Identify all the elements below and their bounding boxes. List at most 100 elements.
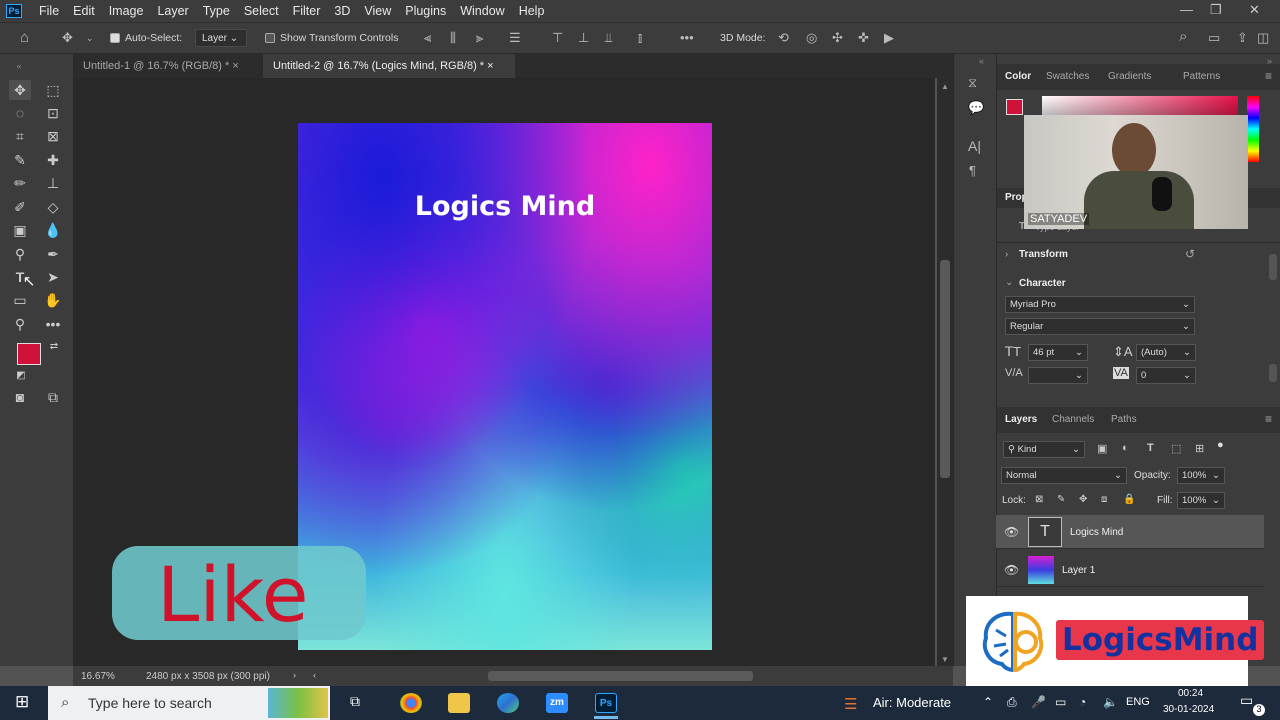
lock-all-icon[interactable]: 🔒 bbox=[1123, 494, 1135, 505]
edge-icon[interactable] bbox=[497, 693, 519, 713]
quick-mask-icon[interactable]: ◙ bbox=[9, 387, 31, 407]
tab-gradients[interactable]: Gradients bbox=[1108, 71, 1151, 82]
menu-3d[interactable]: 3D bbox=[327, 4, 357, 18]
menu-plugins[interactable]: Plugins bbox=[398, 4, 453, 18]
fill-field[interactable]: 100% ⌄ bbox=[1177, 492, 1225, 509]
object-select-tool-icon[interactable]: ⊡ bbox=[42, 103, 64, 123]
auto-select-checkbox[interactable] bbox=[110, 33, 120, 43]
hue-slider[interactable] bbox=[1247, 96, 1259, 162]
meet-icon[interactable]: ⎙ bbox=[1007, 695, 1017, 710]
eyedropper-tool-icon[interactable]: ✎ bbox=[9, 150, 31, 170]
comments-panel-icon[interactable]: 💬 bbox=[968, 101, 984, 115]
foreground-color-swatch[interactable] bbox=[1006, 99, 1023, 115]
eye-icon[interactable]: 👁 bbox=[1004, 563, 1019, 577]
properties-scroll-thumb[interactable] bbox=[1269, 364, 1277, 382]
chevron-down-icon[interactable]: ⌄ bbox=[1005, 277, 1013, 288]
path-select-tool-icon[interactable]: ➤ bbox=[42, 267, 64, 287]
menu-select[interactable]: Select bbox=[237, 4, 286, 18]
lock-position-icon[interactable]: ✥ bbox=[1079, 494, 1087, 505]
panel-toggle-icon[interactable]: ◫ bbox=[1257, 31, 1269, 45]
menu-layer[interactable]: Layer bbox=[150, 4, 195, 18]
swap-colors-icon[interactable]: ⇄ bbox=[43, 337, 65, 357]
properties-scrollbar[interactable] bbox=[1269, 254, 1277, 280]
menu-help[interactable]: Help bbox=[512, 4, 552, 18]
frame-tool-icon[interactable]: ⊠ bbox=[42, 126, 64, 146]
close-icon[interactable]: × bbox=[232, 60, 238, 72]
menu-image[interactable]: Image bbox=[102, 4, 151, 18]
reset-icon[interactable]: ↺ bbox=[1185, 247, 1195, 261]
menu-view[interactable]: View bbox=[357, 4, 398, 18]
chevron-up-icon[interactable]: ⌃ bbox=[983, 695, 993, 709]
layer-filter-dropdown[interactable]: ⚲ Kind ⌄ bbox=[1003, 441, 1085, 458]
zoom-tool-icon[interactable]: ⚲ bbox=[9, 314, 31, 334]
chrome-icon[interactable] bbox=[400, 693, 422, 713]
filter-type-icon[interactable]: T bbox=[1147, 442, 1154, 454]
wifi-icon[interactable]: ◔ bbox=[1079, 695, 1086, 709]
more-options-icon[interactable]: ••• bbox=[680, 31, 694, 45]
tab-untitled-2[interactable]: Untitled-2 @ 16.7% (Logics Mind, RGB/8) … bbox=[263, 54, 515, 78]
zoom-icon[interactable]: zm bbox=[546, 693, 568, 713]
collapse-icon[interactable]: « bbox=[8, 56, 30, 76]
font-size-field[interactable]: 46 pt ⌄ bbox=[1028, 344, 1088, 361]
pen-tool-icon[interactable]: ✒ bbox=[42, 244, 64, 264]
lock-artboard-icon[interactable]: ⧈ bbox=[1101, 494, 1107, 505]
blend-mode-dropdown[interactable]: Normal ⌄ bbox=[1001, 467, 1127, 484]
healing-brush-tool-icon[interactable]: ✚ bbox=[42, 150, 64, 170]
search-icon[interactable]: ⌕ bbox=[1179, 29, 1187, 44]
auto-select-dropdown[interactable]: Layer ⌄ bbox=[195, 29, 247, 47]
chevron-right-icon[interactable]: › bbox=[1005, 249, 1008, 260]
paragraph-panel-icon[interactable]: ¶ bbox=[969, 164, 976, 178]
close-icon[interactable]: ✕ bbox=[1249, 2, 1260, 18]
font-family-dropdown[interactable]: Myriad Pro ⌄ bbox=[1005, 296, 1195, 313]
layer-name[interactable]: Logics Mind bbox=[1070, 527, 1123, 538]
align-right-icon[interactable]: ⫸ bbox=[476, 31, 483, 45]
leading-field[interactable]: (Auto) ⌄ bbox=[1136, 344, 1196, 361]
tab-layers[interactable]: Layers bbox=[1005, 414, 1037, 425]
gradient-tool-icon[interactable]: ▣ bbox=[9, 220, 31, 240]
rectangle-tool-icon[interactable]: ▭ bbox=[9, 290, 31, 310]
tab-paths[interactable]: Paths bbox=[1111, 414, 1137, 425]
notifications-icon[interactable]: ▭ bbox=[1240, 692, 1253, 709]
distribute-icon[interactable]: ☰ bbox=[509, 31, 521, 45]
screen-mode-icon[interactable]: ⧉ bbox=[42, 387, 64, 407]
character-section[interactable]: Character bbox=[1019, 278, 1066, 289]
horizontal-scroll-thumb[interactable] bbox=[488, 671, 753, 681]
panel-menu-icon[interactable]: ≡ bbox=[1265, 69, 1272, 83]
weather-text[interactable]: Air: Moderate bbox=[873, 695, 951, 710]
3d-pan-icon[interactable]: ✣ bbox=[832, 31, 843, 45]
filter-pixel-icon[interactable]: ▣ bbox=[1097, 442, 1107, 455]
share-icon[interactable]: ⇪ bbox=[1237, 31, 1248, 45]
tab-patterns[interactable]: Patterns bbox=[1183, 71, 1220, 82]
zoom-level[interactable]: 16.67% bbox=[81, 671, 115, 682]
stamp-tool-icon[interactable]: ⊥ bbox=[42, 173, 64, 193]
kerning-field[interactable]: ⌄ bbox=[1028, 367, 1088, 384]
file-explorer-icon[interactable] bbox=[448, 693, 470, 713]
lasso-tool-icon[interactable]: ◌ bbox=[9, 103, 31, 123]
show-transform-checkbox[interactable] bbox=[265, 33, 275, 43]
clock-date[interactable]: 30-01-2024 bbox=[1163, 704, 1214, 715]
chevron-left-icon[interactable]: ‹ bbox=[313, 670, 316, 680]
menu-file[interactable]: File bbox=[32, 4, 66, 18]
move-tool-icon[interactable]: ✥ bbox=[9, 80, 31, 100]
scroll-down-icon[interactable]: ▼ bbox=[941, 655, 949, 664]
3d-scale-icon[interactable]: ▶ bbox=[884, 31, 894, 45]
3d-slide-icon[interactable]: ✜ bbox=[858, 31, 869, 45]
volume-icon[interactable]: 🔈 bbox=[1103, 695, 1118, 709]
dodge-tool-icon[interactable]: ⚲ bbox=[9, 244, 31, 264]
tab-color[interactable]: Color bbox=[1005, 71, 1031, 82]
minimize-icon[interactable]: — bbox=[1180, 2, 1193, 17]
restore-icon[interactable]: ❐ bbox=[1210, 2, 1222, 18]
filter-adjustment-icon[interactable]: ◐ bbox=[1122, 442, 1129, 454]
panel-menu-icon[interactable]: ≡ bbox=[1265, 412, 1272, 426]
menu-filter[interactable]: Filter bbox=[286, 4, 328, 18]
tab-channels[interactable]: Channels bbox=[1052, 414, 1094, 425]
layer-row-layer-1[interactable]: 👁 Layer 1 bbox=[996, 553, 1264, 587]
collapse-icon[interactable]: « bbox=[979, 56, 984, 66]
language-indicator[interactable]: ENG bbox=[1126, 696, 1150, 708]
align-middle-icon[interactable]: ⊥ bbox=[578, 31, 589, 45]
menu-window[interactable]: Window bbox=[453, 4, 511, 18]
vertical-scroll-thumb[interactable] bbox=[940, 260, 950, 478]
filter-toggle-icon[interactable]: ● bbox=[1217, 439, 1224, 451]
lock-transparent-icon[interactable]: ⊠ bbox=[1035, 494, 1043, 505]
close-icon[interactable]: × bbox=[487, 60, 493, 72]
